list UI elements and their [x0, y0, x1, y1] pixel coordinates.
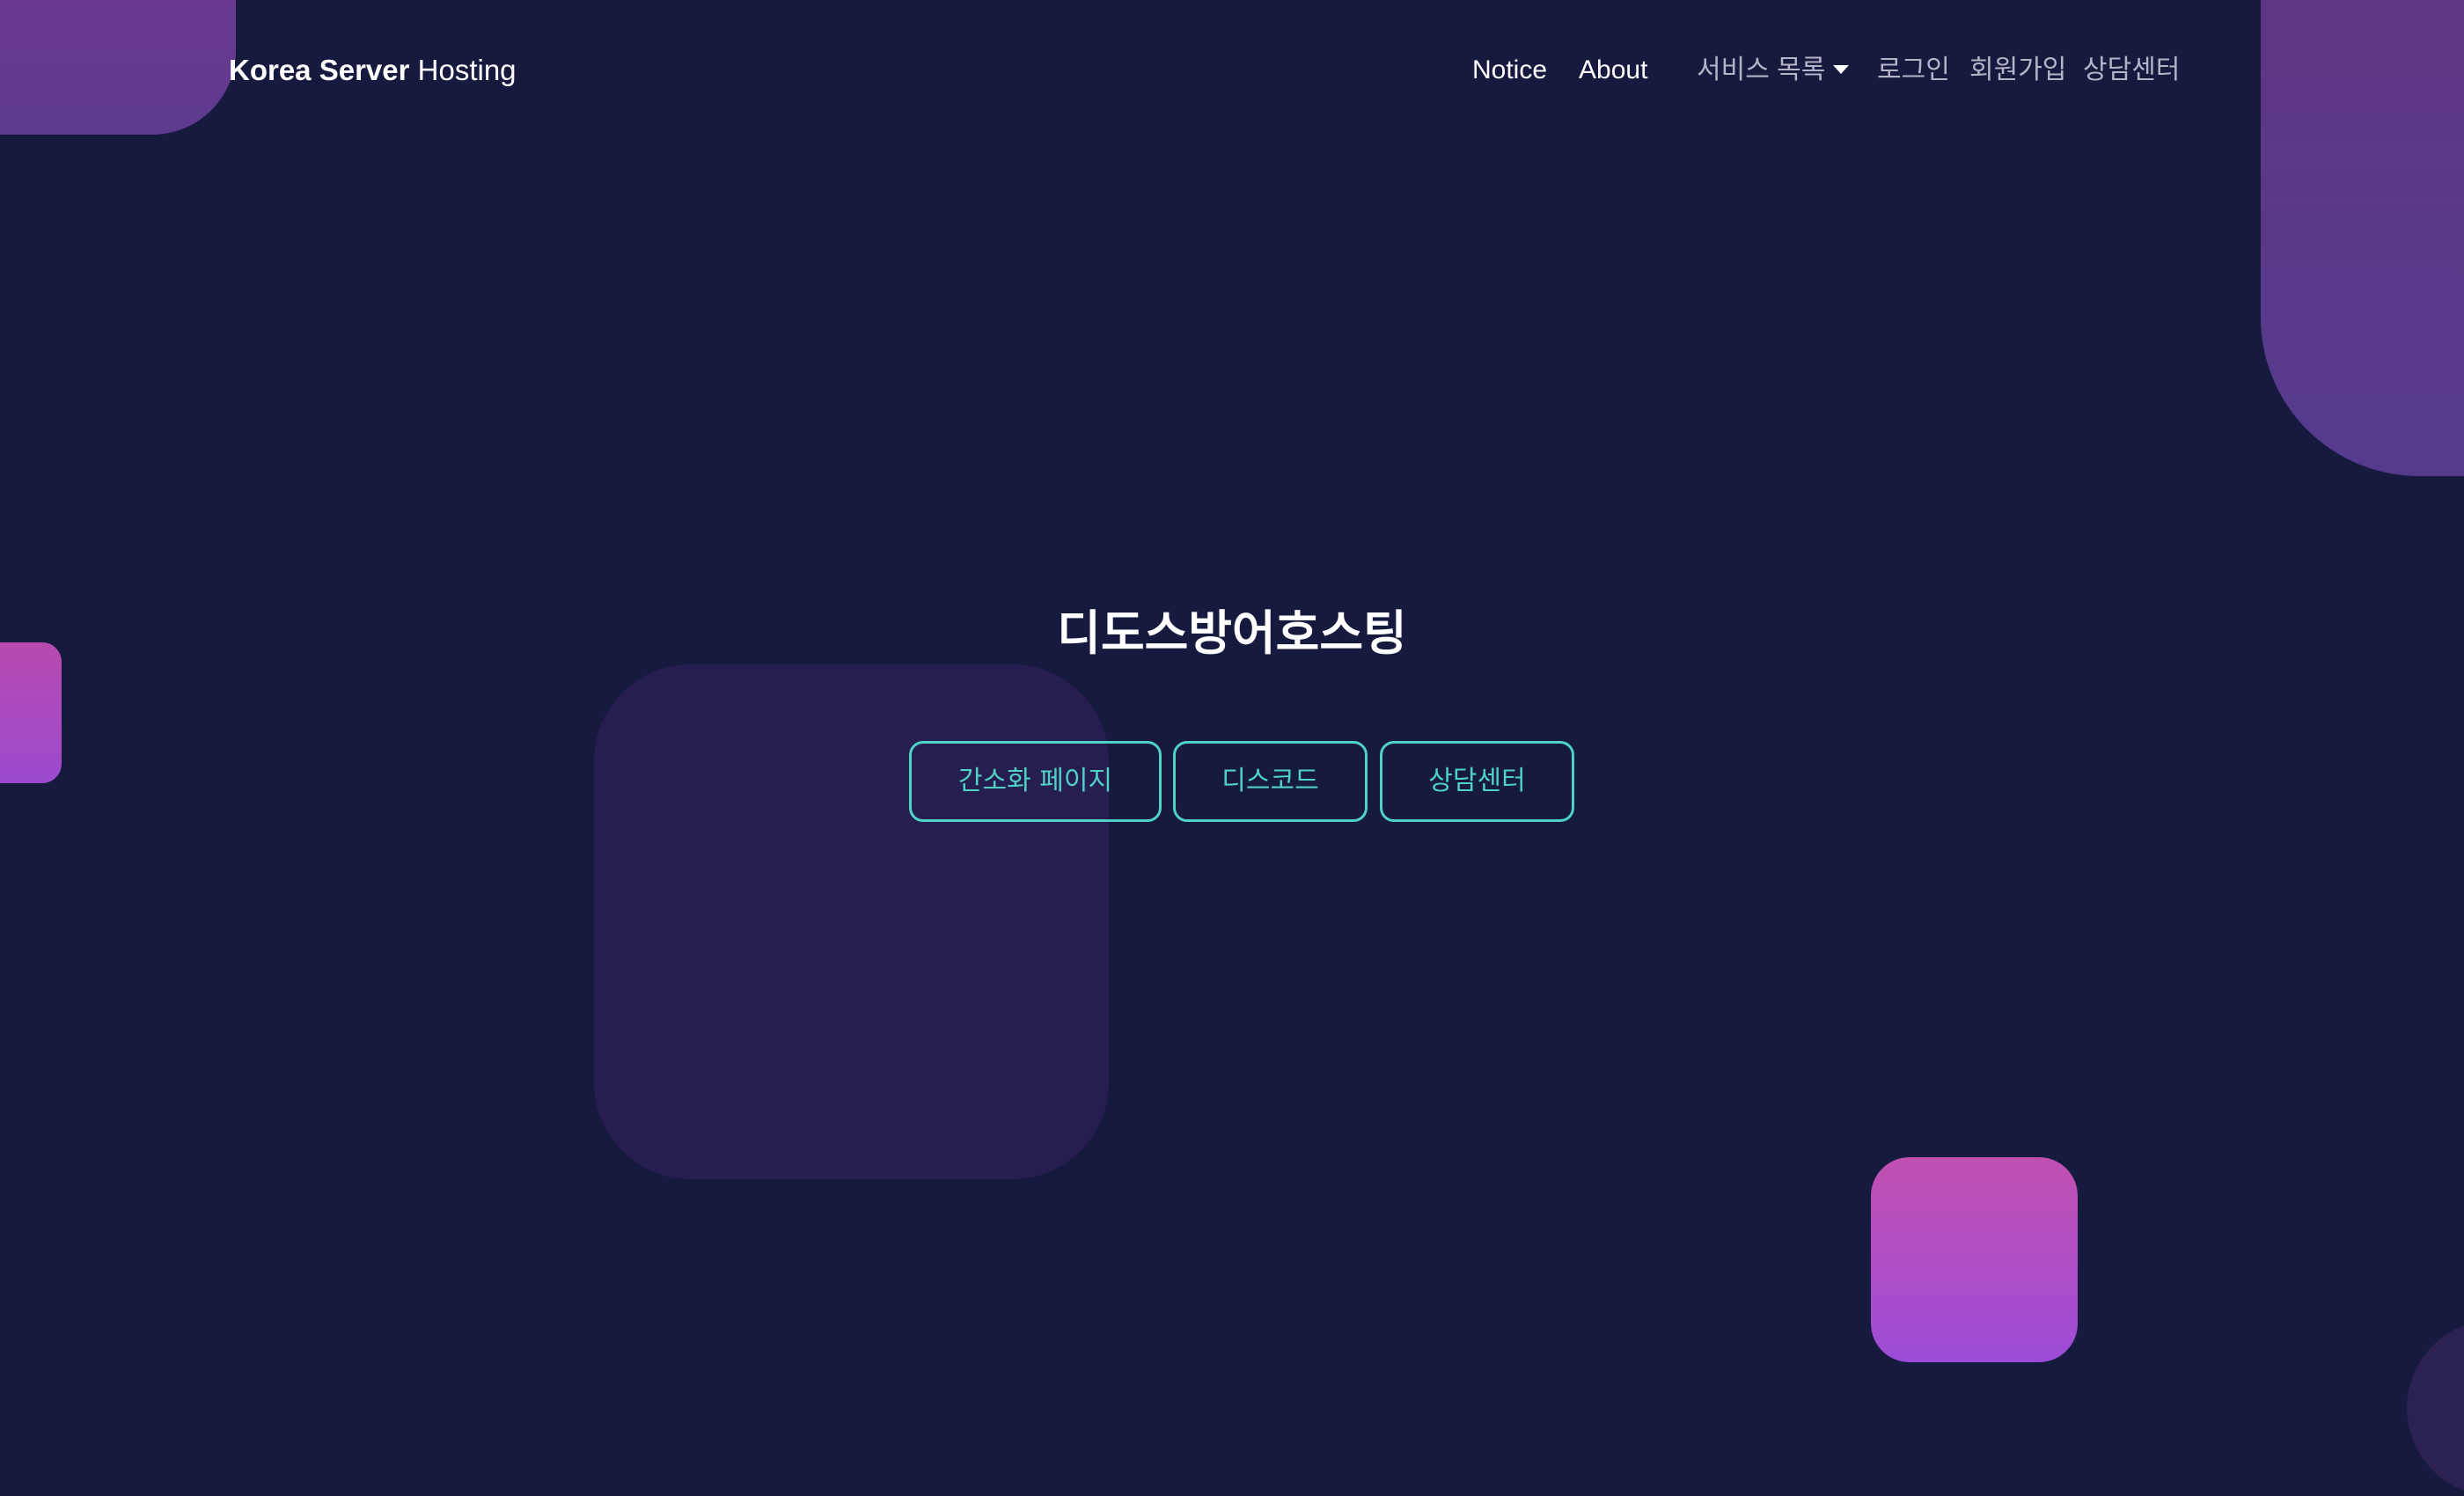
nav-link-notice[interactable]: Notice [1472, 51, 1547, 90]
brand-logo[interactable]: Korea Server Hosting [229, 51, 517, 90]
nav-dropdown-services[interactable]: 서비스 목록 [1697, 51, 1850, 90]
decorative-shape-corner [2407, 1320, 2464, 1496]
caret-down-icon [1833, 65, 1850, 75]
nav-link-signup[interactable]: 회원가입 [1969, 51, 2066, 90]
navbar: Korea Server Hosting Notice About 서비스 목록… [0, 0, 2464, 141]
simple-page-button[interactable]: 간소화 페이지 [909, 741, 1162, 822]
nav-dropdown-services-label: 서비스 목록 [1697, 55, 1826, 84]
hero-title: 디도스방어호스팅 [1057, 605, 1407, 661]
nav-link-about[interactable]: About [1579, 51, 1647, 90]
brand-name-strong: Korea Server [229, 54, 410, 86]
discord-button[interactable]: 디스코드 [1173, 741, 1368, 822]
brand-name-light: Hosting [417, 54, 517, 86]
decorative-shape-bottom-right [1871, 1157, 2078, 1362]
support-center-button[interactable]: 상담센터 [1380, 741, 1574, 822]
nav-link-login[interactable]: 로그인 [1877, 51, 1950, 90]
nav-link-support[interactable]: 상담센터 [2083, 51, 2180, 90]
